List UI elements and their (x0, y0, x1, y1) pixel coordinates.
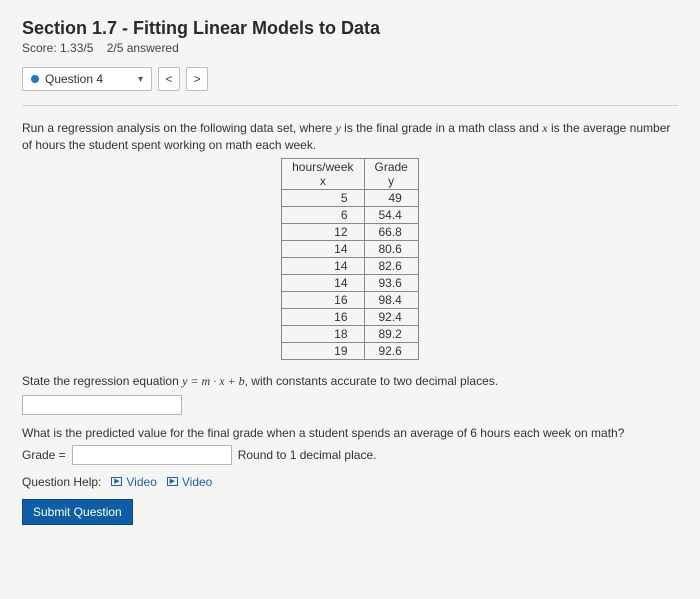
table-row: 654.4 (282, 206, 419, 223)
cell-y: 92.4 (364, 308, 418, 325)
col1-header: hours/week x (282, 158, 364, 189)
question-help-line: Question Help: ▶ Video ▶ Video (22, 475, 678, 489)
video-label: Video (126, 475, 156, 489)
table-row: 1482.6 (282, 257, 419, 274)
cell-x: 16 (282, 291, 364, 308)
eq-post: , with constants accurate to two decimal… (245, 374, 498, 388)
table-row: 1480.6 (282, 240, 419, 257)
play-icon: ▶ (167, 477, 178, 486)
table-row: 1889.2 (282, 325, 419, 342)
play-icon: ▶ (111, 477, 122, 486)
cell-y: 93.6 (364, 274, 418, 291)
submit-question-button[interactable]: Submit Question (22, 499, 133, 525)
question-label: Question 4 (45, 72, 103, 86)
answered-count: 2/5 answered (107, 41, 179, 55)
video-link-2[interactable]: ▶ Video (167, 475, 212, 489)
problem-prompt: Run a regression analysis on the followi… (22, 120, 678, 154)
regression-equation-input[interactable] (22, 395, 182, 415)
cell-y: 98.4 (364, 291, 418, 308)
cell-x: 6 (282, 206, 364, 223)
chevron-right-icon: > (193, 72, 200, 86)
table-row: 1992.6 (282, 342, 419, 359)
table-row: 1692.4 (282, 308, 419, 325)
cell-x: 14 (282, 274, 364, 291)
round-hint: Round to 1 decimal place. (238, 448, 377, 462)
score-line: Score: 1.33/5 2/5 answered (22, 41, 678, 55)
divider (22, 105, 678, 106)
cell-y: 54.4 (364, 206, 418, 223)
page-title: Section 1.7 - Fitting Linear Models to D… (22, 18, 678, 39)
cell-y: 92.6 (364, 342, 418, 359)
col1-title: hours/week (292, 160, 353, 174)
question-dropdown[interactable]: Question 4 ▾ (22, 67, 152, 91)
col2-header: Grade y (364, 158, 418, 189)
prompt-text-b: is the final grade in a math class and (341, 121, 542, 135)
video-label: Video (182, 475, 212, 489)
table-row: 1266.8 (282, 223, 419, 240)
col2-title: Grade (375, 160, 408, 174)
prev-question-button[interactable]: < (158, 67, 180, 91)
chevron-down-icon: ▾ (138, 74, 143, 85)
cell-y: 82.6 (364, 257, 418, 274)
eq-formula: y = m · x + b (182, 374, 245, 388)
prompt-text-a: Run a regression analysis on the followi… (22, 121, 336, 135)
cell-x: 5 (282, 189, 364, 206)
table-row: 1493.6 (282, 274, 419, 291)
score-value: Score: 1.33/5 (22, 41, 93, 55)
col2-sub: y (375, 174, 408, 188)
table-row: 549 (282, 189, 419, 206)
next-question-button[interactable]: > (186, 67, 208, 91)
grade-input[interactable] (72, 445, 232, 465)
data-table: hours/week x Grade y 549 654.4 1266.8 14… (281, 158, 419, 360)
grade-label: Grade = (22, 448, 66, 462)
cell-y: 80.6 (364, 240, 418, 257)
help-label: Question Help: (22, 475, 101, 489)
cell-y: 66.8 (364, 223, 418, 240)
cell-x: 16 (282, 308, 364, 325)
regression-equation-prompt: State the regression equation y = m · x … (22, 374, 678, 389)
table-row: 1698.4 (282, 291, 419, 308)
cell-x: 14 (282, 257, 364, 274)
video-link-1[interactable]: ▶ Video (111, 475, 156, 489)
question-nav-bar: Question 4 ▾ < > (22, 67, 678, 91)
page: Section 1.7 - Fitting Linear Models to D… (0, 0, 700, 599)
chevron-left-icon: < (165, 72, 172, 86)
cell-x: 18 (282, 325, 364, 342)
predicted-value-prompt: What is the predicted value for the fina… (22, 425, 678, 441)
cell-x: 12 (282, 223, 364, 240)
cell-x: 19 (282, 342, 364, 359)
eq-pre: State the regression equation (22, 374, 182, 388)
status-dot-icon (31, 75, 39, 83)
cell-y: 89.2 (364, 325, 418, 342)
cell-x: 14 (282, 240, 364, 257)
col1-sub: x (292, 174, 353, 188)
cell-y: 49 (364, 189, 418, 206)
grade-answer-line: Grade = Round to 1 decimal place. (22, 445, 678, 465)
